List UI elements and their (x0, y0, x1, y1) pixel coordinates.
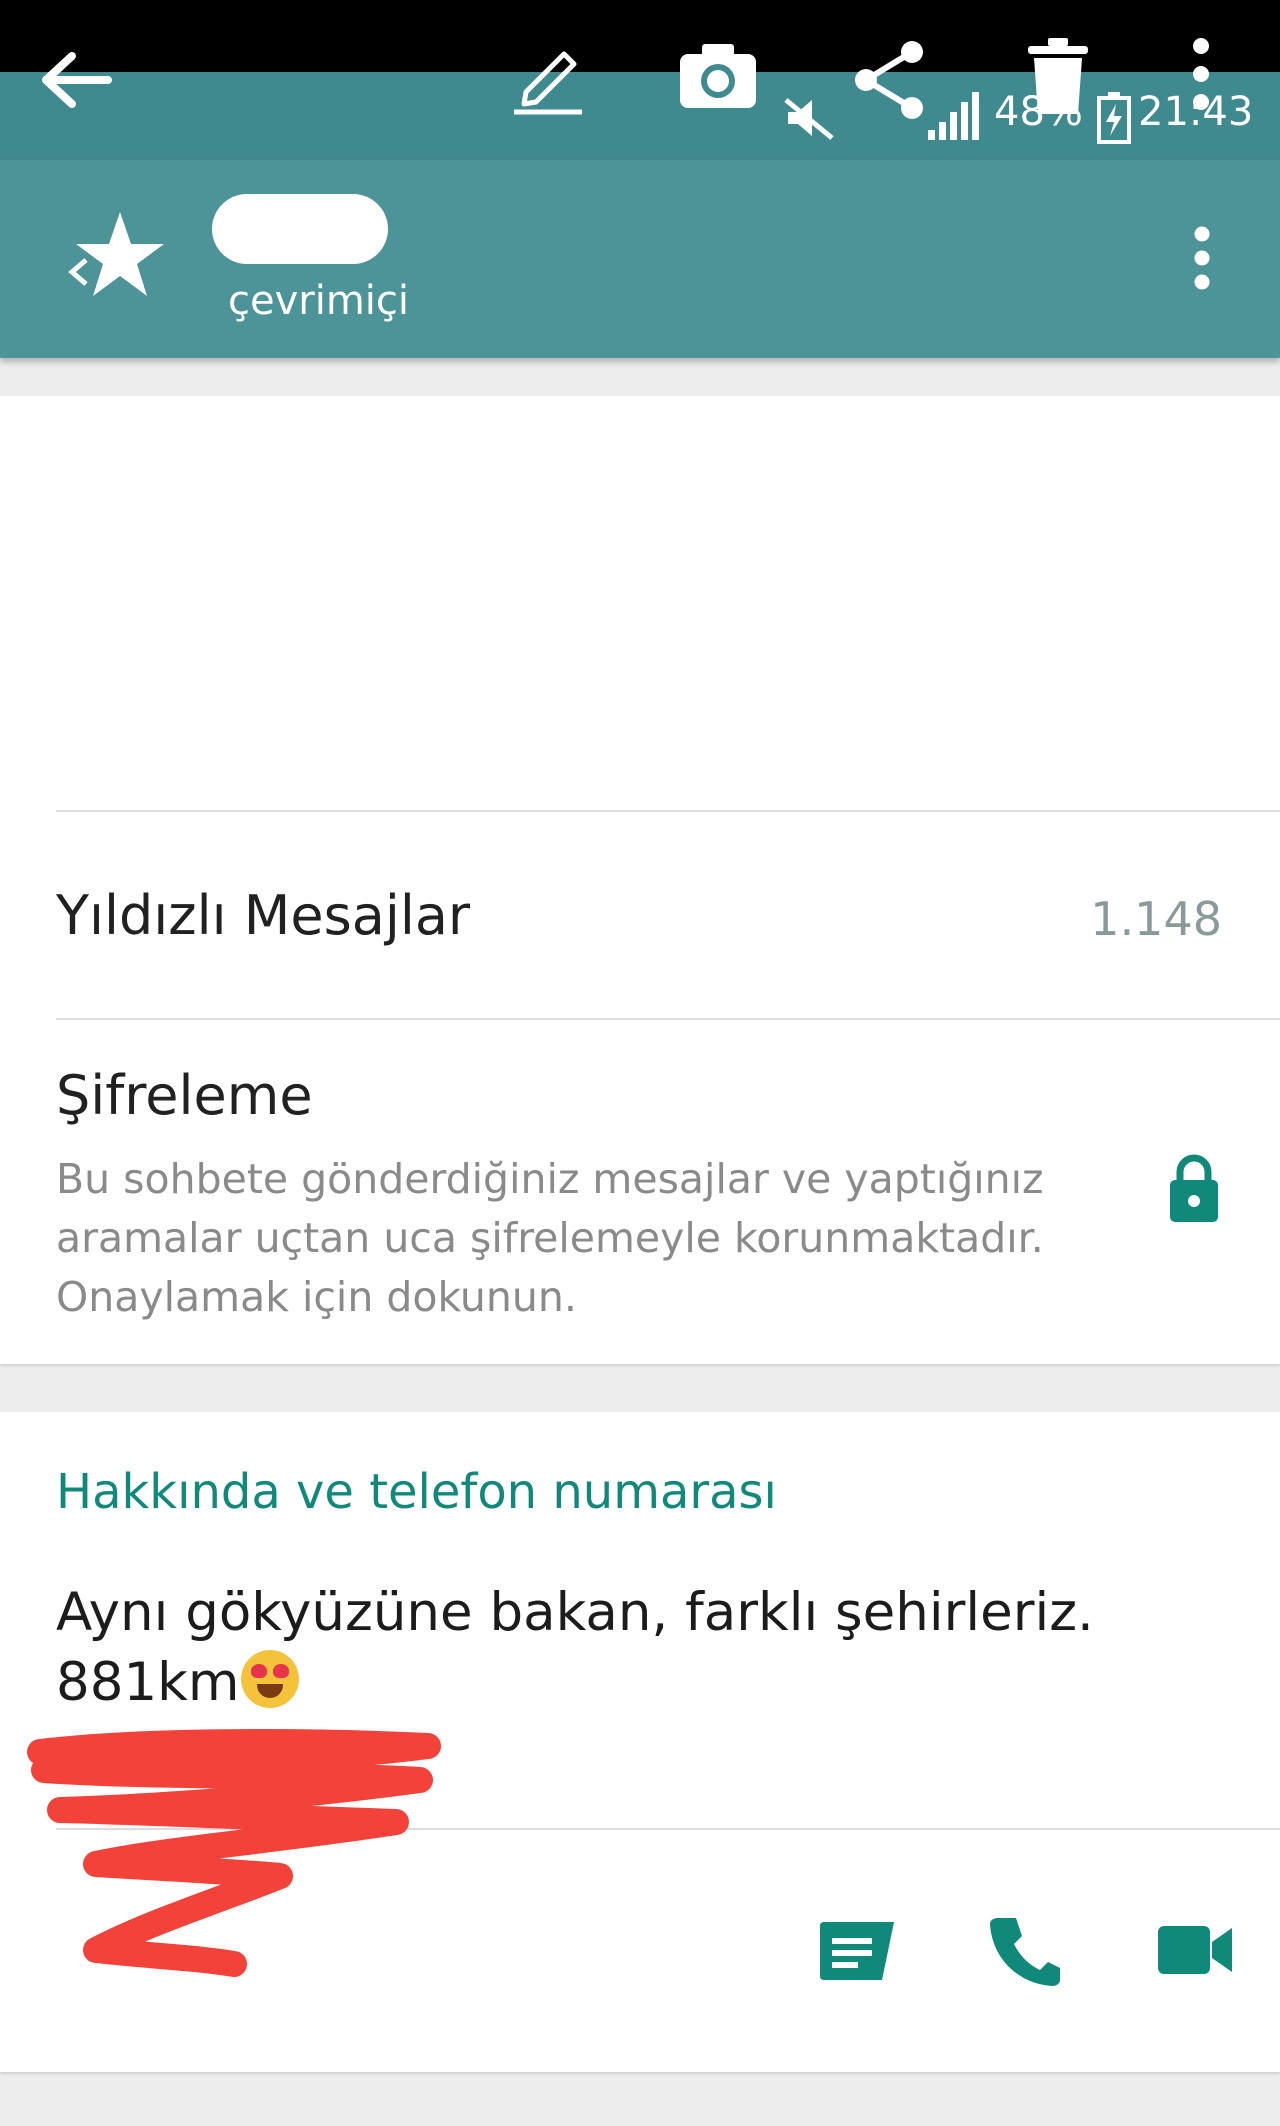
about-section-title: Hakkında ve telefon numarası (56, 1464, 777, 1520)
back-arrow-icon[interactable] (36, 44, 116, 116)
mute-icon (782, 96, 836, 140)
header-more-vert-icon[interactable] (1184, 224, 1220, 292)
phone-number-redaction (27, 1729, 441, 1977)
starred-messages-count: 1.148 (1090, 892, 1222, 946)
signal-icon (926, 92, 982, 142)
encryption-title: Şifreleme (56, 1064, 313, 1127)
contact-name-redacted (212, 194, 388, 264)
more-vert-icon[interactable] (1184, 36, 1218, 112)
camera-icon[interactable] (676, 40, 760, 112)
message-icon[interactable] (816, 1920, 898, 1986)
contact-status: çevrimiçi (228, 278, 410, 324)
contact-header (0, 160, 1280, 358)
voice-call-icon[interactable] (988, 1914, 1062, 1988)
screen: 48% 21:43 çevrimiçi (0, 0, 1280, 2126)
trash-icon[interactable] (1022, 36, 1094, 116)
about-text: Aynı gökyüzüne bakan, farklı şehirleriz.… (56, 1578, 1216, 1718)
starred-messages-row[interactable]: Yıldızlı Mesajlar 1.148 (0, 812, 1280, 1018)
share-icon[interactable] (850, 38, 930, 122)
video-call-icon[interactable] (1156, 1922, 1234, 1978)
star-icon[interactable] (66, 208, 166, 300)
lock-icon (1166, 1152, 1222, 1224)
pencil-icon[interactable] (508, 40, 588, 116)
encryption-description: Bu sohbete gönderdiğiniz mesajlar ve yap… (56, 1155, 1044, 1321)
about-line-1: Aynı gökyüzüne bakan, farklı şehirleriz. (56, 1582, 1094, 1643)
starred-messages-label: Yıldızlı Mesajlar (56, 884, 471, 947)
battery-charging-icon (1096, 92, 1132, 144)
